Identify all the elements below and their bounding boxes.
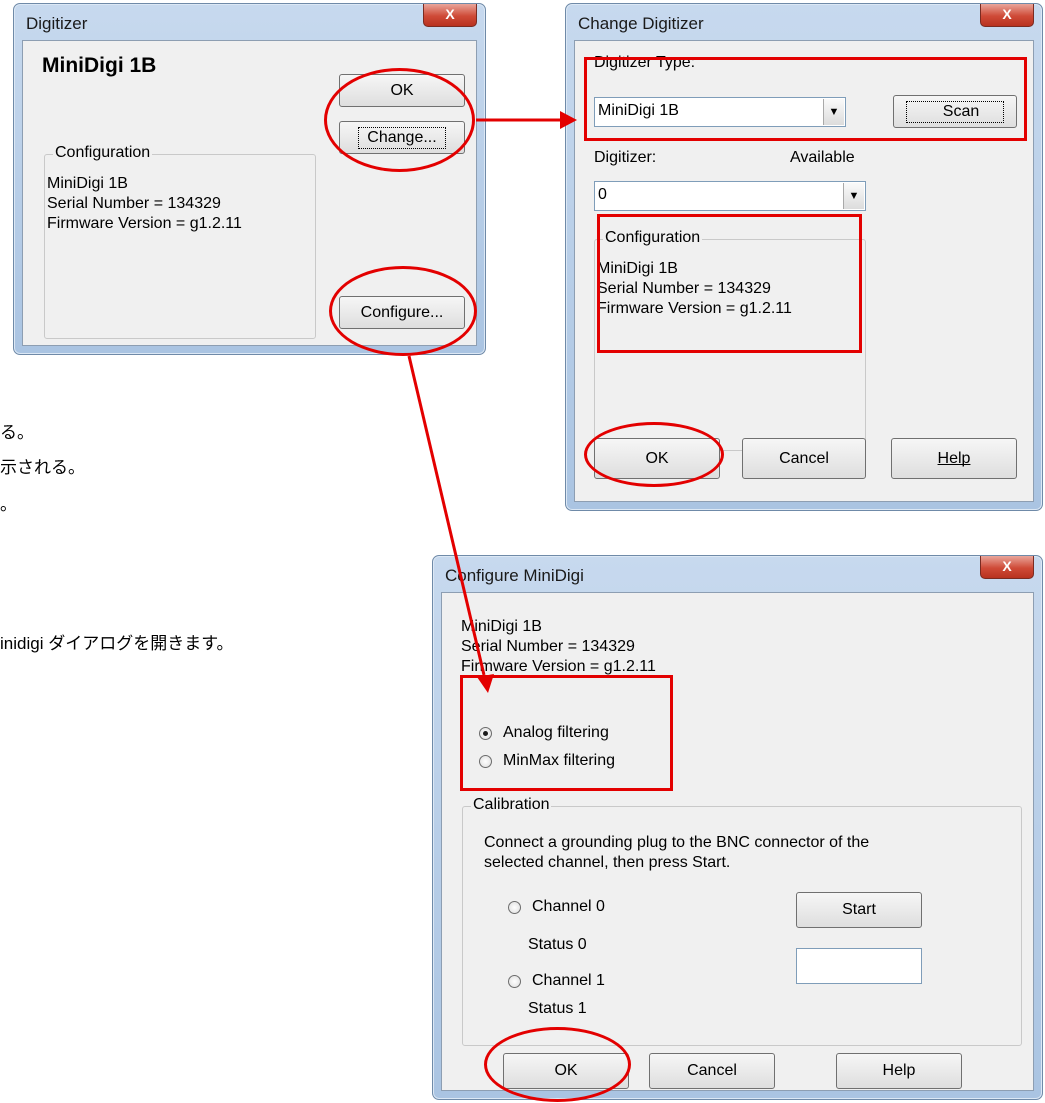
start-button[interactable]: Start	[796, 892, 922, 928]
calibration-instruction-1: Connect a grounding plug to the BNC conn…	[484, 834, 870, 851]
config-line-firmware: Firmware Version = g1.2.11	[47, 215, 242, 232]
annotation-text-1: る。	[0, 423, 34, 442]
channel-0-radio[interactable]	[508, 901, 521, 914]
annotation-text-3: 。	[0, 495, 17, 514]
cancel-button-label: Cancel	[687, 1062, 737, 1079]
digitizer-value: 0	[598, 186, 607, 203]
configure-button-highlight	[329, 266, 477, 356]
help-button[interactable]: Help	[836, 1053, 962, 1089]
configure-title: Configure MiniDigi	[445, 566, 584, 585]
change-ok-highlight	[584, 422, 724, 487]
cancel-button-label: Cancel	[779, 449, 829, 467]
channel-1-radio[interactable]	[508, 975, 521, 988]
info-line-model: MiniDigi 1B	[461, 618, 542, 635]
digitizer-titlebar[interactable]: Digitizer X	[14, 4, 485, 40]
configuration-group-label: Configuration	[53, 144, 153, 162]
annotation-text-4: inidigi ダイアログを開きます。	[0, 634, 234, 653]
available-label: Available	[790, 149, 855, 166]
info-line-firmware: Firmware Version = g1.2.11	[461, 658, 656, 675]
cancel-button[interactable]: Cancel	[742, 438, 866, 479]
help-button-label: Help	[882, 1062, 916, 1079]
cancel-button[interactable]: Cancel	[649, 1053, 775, 1089]
config-line-model: MiniDigi 1B	[47, 175, 128, 192]
change-config-highlight	[597, 214, 862, 353]
configure-minidigi-dialog: Configure MiniDigi X MiniDigi 1B Serial …	[432, 555, 1043, 1100]
close-icon[interactable]: X	[980, 4, 1034, 27]
channel-1-label[interactable]: Channel 1	[532, 971, 605, 991]
status-0-label: Status 0	[528, 936, 587, 953]
start-button-label: Start	[842, 901, 876, 918]
digitizer-type-highlight	[584, 57, 1027, 141]
chevron-down-icon[interactable]: ▼	[843, 183, 864, 209]
change-button-highlight	[324, 68, 475, 172]
digitizer-label: Digitizer:	[594, 149, 657, 166]
calibration-instruction-2: selected channel, then press Start.	[484, 854, 731, 871]
channel-0-label[interactable]: Channel 0	[532, 897, 605, 917]
close-icon[interactable]: X	[980, 556, 1034, 579]
configure-titlebar[interactable]: Configure MiniDigi X	[433, 556, 1042, 592]
status-1-label: Status 1	[528, 1000, 587, 1017]
change-title: Change Digitizer	[578, 14, 704, 33]
calibration-result-field[interactable]	[796, 948, 922, 984]
change-titlebar[interactable]: Change Digitizer X	[566, 4, 1042, 40]
info-line-serial: Serial Number = 134329	[461, 638, 635, 655]
close-icon[interactable]: X	[423, 4, 477, 27]
digitizer-title: Digitizer	[26, 14, 88, 33]
digitizer-select[interactable]: 0 ▼	[594, 181, 866, 211]
calibration-group-label: Calibration	[471, 796, 552, 814]
configure-ok-highlight	[484, 1027, 631, 1102]
filtering-options-highlight	[460, 675, 673, 791]
annotation-text-2: 示される。	[0, 458, 85, 477]
config-line-serial: Serial Number = 134329	[47, 195, 221, 212]
help-button-label: Help	[937, 449, 971, 467]
help-button[interactable]: Help	[891, 438, 1017, 479]
configure-client: MiniDigi 1B Serial Number = 134329 Firmw…	[441, 592, 1034, 1091]
digitizer-model-name: MiniDigi 1B	[42, 54, 157, 77]
